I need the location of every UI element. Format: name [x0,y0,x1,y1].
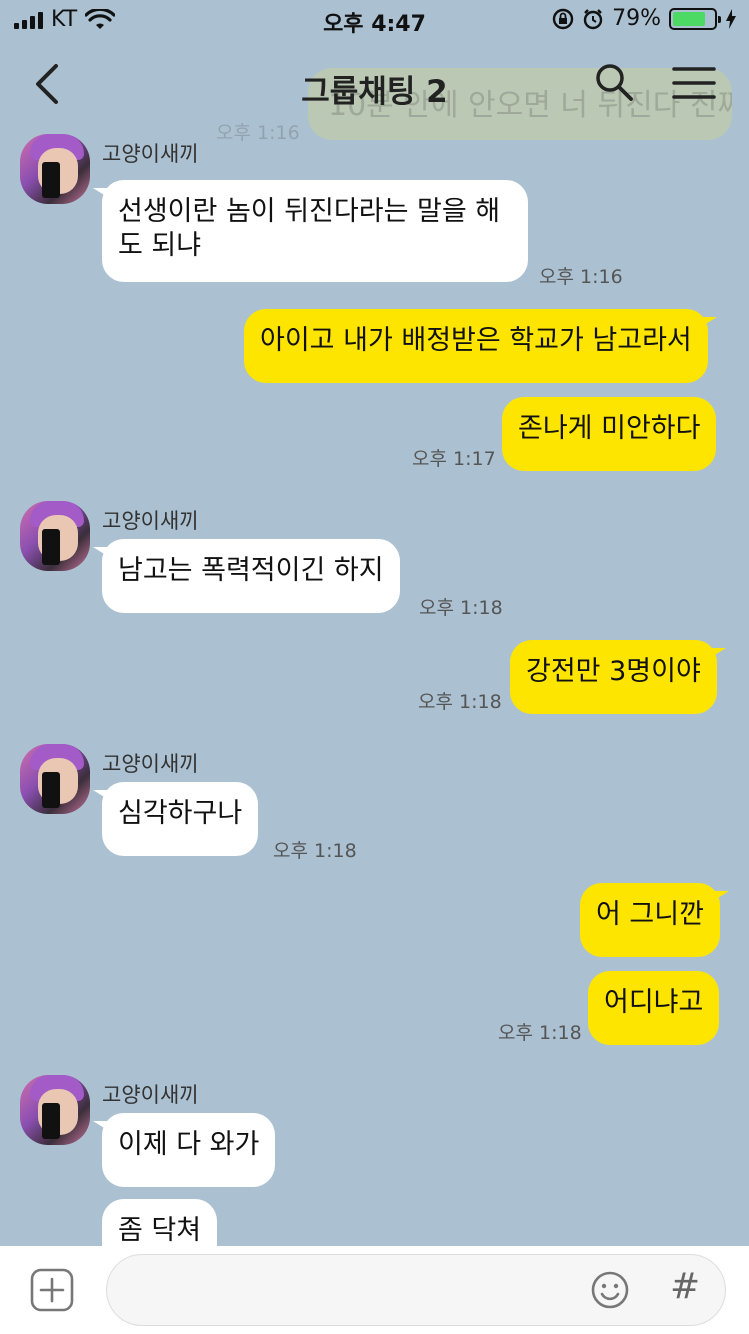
emoji-button[interactable] [590,1270,630,1310]
sender-name: 고양이새끼 [102,1083,199,1107]
battery-fill [673,11,705,26]
menu-button[interactable] [672,66,716,100]
message-time: 오후 1:18 [498,1022,582,1044]
status-bar: KT 오후 4:47 79% [0,0,749,40]
message-time: 오후 1:18 [273,840,357,862]
message-bubble-incoming[interactable]: 선생이란 놈이 뒤진다라는 말을 해 도 되냐 [93,180,528,282]
message-time: 오후 1:17 [412,448,496,470]
chat-header: 10분 안에 안오면 너 뒤진다 진짜 오후 1:16 그룹채팅 2 [0,40,749,144]
message-bubble-outgoing[interactable]: 어 그니깐 [580,883,729,957]
message-time: 오후 1:18 [418,691,502,713]
message-bubble-outgoing[interactable]: 존나게 미안하다 [502,397,717,471]
alarm-icon [583,8,603,29]
chat-title: 그룹채팅 2 [301,74,448,110]
input-bar: # [0,1246,749,1334]
battery-icon [669,7,721,30]
message-line: 도 되냐 [118,230,202,261]
avatar[interactable] [20,1075,90,1145]
message-bubble-outgoing[interactable]: 아이고 내가 배정받은 학교가 남고라서 [244,309,717,383]
status-right: 79% [552,6,737,31]
rotation-lock-icon [552,8,574,29]
message-time: 오후 1:16 [539,266,623,288]
message-bubble-incoming[interactable]: 심각하구나 [92,782,259,856]
avatar[interactable] [20,501,90,571]
avatar[interactable] [20,134,90,204]
battery-percent: 79% [612,6,661,31]
message-bubble-outgoing[interactable]: 강전만 3명이야 [510,640,726,714]
message-bubble-incoming[interactable]: 남고는 폭력적이긴 하지 [93,539,400,613]
ghost-message-time: 오후 1:16 [216,122,300,144]
sender-name: 고양이새끼 [102,142,199,166]
message-line: 선생이란 놈이 뒤진다라는 말을 해 [118,196,501,227]
hashtag-button[interactable]: # [670,1266,700,1307]
search-button[interactable] [594,62,634,102]
sender-name: 고양이새끼 [102,752,199,776]
avatar[interactable] [20,744,90,814]
attach-button[interactable] [30,1268,74,1312]
message-bubble-incoming[interactable]: 이제 다 와가 [92,1113,276,1187]
message-time: 오후 1:18 [419,597,503,619]
charging-bolt-icon [726,8,736,29]
sender-name: 고양이새끼 [102,509,199,533]
message-bubble-outgoing[interactable]: 어디냐고 [588,971,720,1045]
message-input[interactable] [106,1254,726,1326]
